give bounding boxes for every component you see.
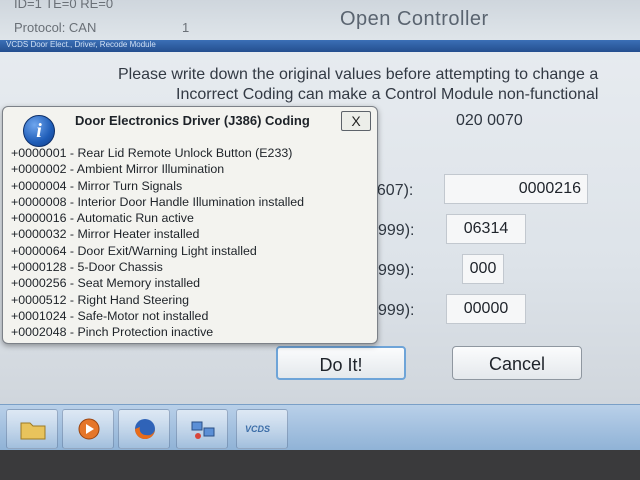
wsc-field-label: 999):: [378, 302, 415, 319]
list-item: +0002048 - Pinch Protection inactive: [11, 325, 214, 340]
equipment-input[interactable]: 000: [462, 254, 504, 284]
warning-line-2: Incorrect Coding can make a Control Modu…: [176, 86, 599, 103]
importer-input[interactable]: 06314: [446, 214, 526, 244]
close-button[interactable]: X: [341, 111, 371, 131]
taskbar-media-button[interactable]: [62, 409, 114, 449]
coding-info-popup: i Door Electronics Driver (J386) Coding …: [2, 106, 378, 344]
sg-number: 020 0070: [456, 112, 523, 129]
list-item: +0000001 - Rear Lid Remote Unlock Button…: [11, 146, 293, 160]
status-protocol: Protocol: CAN: [14, 20, 97, 35]
warning-line-1: Please write down the original values be…: [118, 66, 599, 83]
list-item: +0000002 - Ambient Mirror Illumination: [11, 162, 225, 177]
popup-header: i Door Electronics Driver (J386) Coding …: [3, 107, 377, 147]
list-item: +0000016 - Automatic Run active: [11, 211, 194, 226]
page-title: Open Controller: [340, 8, 489, 30]
cancel-button[interactable]: Cancel: [452, 346, 582, 380]
taskbar-firefox-button[interactable]: [118, 409, 170, 449]
list-item: +0001024 - Safe-Motor not installed: [11, 308, 209, 323]
equipment-field-label: 999):: [378, 262, 415, 279]
taskbar-network-button[interactable]: [176, 409, 228, 449]
info-icon: i: [23, 115, 55, 147]
firefox-icon: [135, 419, 155, 439]
taskbar-explorer-button[interactable]: [6, 409, 58, 449]
list-item: +0000512 - Right Hand Steering: [11, 292, 190, 307]
list-item: +0000256 - Seat Memory installed: [11, 276, 201, 291]
status-number: 1: [182, 20, 190, 35]
popup-title: Door Electronics Driver (J386) Coding: [75, 113, 310, 128]
monitor-bezel: [0, 450, 640, 480]
coding-list: +0000001 - Rear Lid Remote Unlock Button…: [11, 145, 304, 341]
status-area: ID=1 TE=0 RE=0 Protocol: CAN 1 Open Cont…: [0, 0, 640, 40]
media-player-icon: [78, 418, 100, 440]
list-item: +0000128 - 5-Door Chassis: [11, 260, 163, 275]
do-it-button[interactable]: Do It!: [276, 346, 406, 380]
window-title: VCDS Door Elect., Driver, Recode Module: [6, 40, 156, 49]
vcds-label: VCDS: [245, 424, 271, 434]
network-icon: [191, 421, 215, 439]
status-ids: ID=1 TE=0 RE=0: [14, 0, 114, 11]
wsc-input[interactable]: 00000: [446, 294, 526, 324]
taskbar-vcds-button[interactable]: VCDS: [236, 409, 288, 449]
folder-icon: [20, 422, 46, 440]
taskbar: VCDS: [0, 404, 640, 451]
window-titlebar[interactable]: VCDS Door Elect., Driver, Recode Module: [0, 40, 640, 52]
coding-input[interactable]: 0000216: [444, 174, 588, 204]
list-item: +0000004 - Mirror Turn Signals: [11, 178, 183, 193]
list-item: +0000064 - Door Exit/Warning Light insta…: [11, 243, 257, 258]
list-item: +0000008 - Interior Door Handle Illumina…: [11, 194, 305, 209]
list-item: +0000032 - Mirror Heater installed: [11, 227, 200, 242]
importer-field-label: 999):: [378, 222, 415, 239]
screen: ID=1 TE=0 RE=0 Protocol: CAN 1 Open Cont…: [0, 0, 640, 480]
